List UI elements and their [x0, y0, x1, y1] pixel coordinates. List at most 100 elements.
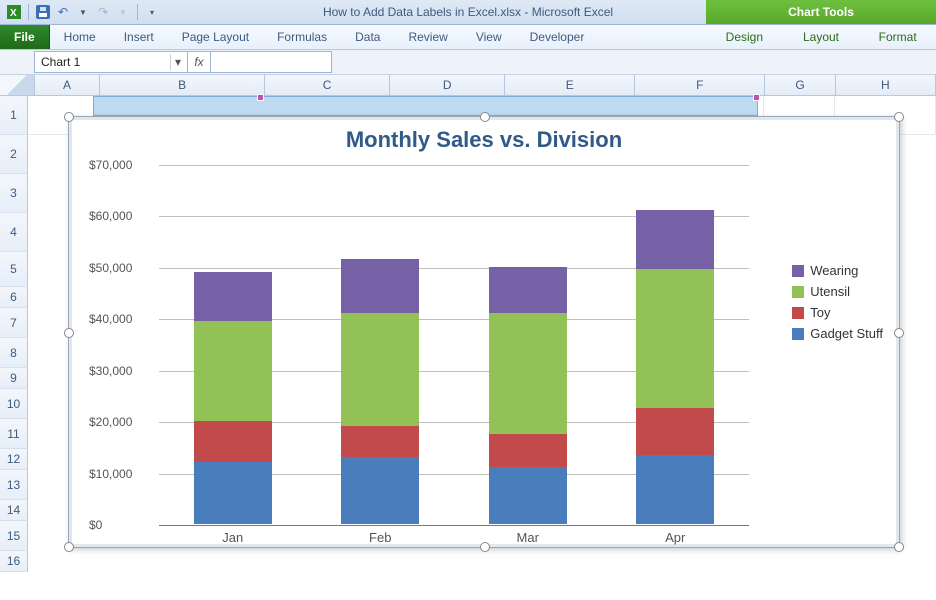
row-header-7[interactable]: 7: [0, 308, 28, 338]
bar-segment-gadget-stuff[interactable]: [194, 462, 272, 524]
save-icon[interactable]: [35, 4, 51, 20]
chart-tools-context-tabs: Design Layout Format: [706, 25, 936, 49]
row-header-6[interactable]: 6: [0, 287, 28, 308]
resize-handle-bm[interactable]: [480, 542, 490, 552]
bar-mar[interactable]: [489, 267, 567, 524]
legend-item-toy[interactable]: Toy: [792, 305, 883, 320]
row-header-16[interactable]: 16: [0, 551, 28, 572]
bar-segment-wearing[interactable]: [341, 259, 419, 313]
undo-icon[interactable]: ↶: [55, 4, 71, 20]
resize-handle-tr[interactable]: [894, 112, 904, 122]
tab-data[interactable]: Data: [341, 25, 394, 49]
y-tick-label: $60,000: [89, 209, 132, 223]
row-header-11[interactable]: 11: [0, 419, 28, 449]
col-header-H[interactable]: H: [836, 75, 936, 95]
chart-plot-area[interactable]: $70,000$60,000$50,000$40,000$30,000$20,0…: [89, 165, 749, 525]
bar-segment-wearing[interactable]: [489, 267, 567, 313]
legend-swatch-toy: [792, 307, 804, 319]
bar-segment-gadget-stuff[interactable]: [341, 457, 419, 524]
chart-legend[interactable]: Wearing Utensil Toy Gadget Stuff: [792, 257, 883, 347]
bar-segment-gadget-stuff[interactable]: [489, 467, 567, 524]
bar-jan[interactable]: [194, 272, 272, 524]
fx-icon[interactable]: fx: [188, 51, 211, 73]
bar-segment-utensil[interactable]: [636, 269, 714, 408]
row-header-13[interactable]: 13: [0, 470, 28, 500]
tab-home[interactable]: Home: [50, 25, 110, 49]
row-header-8[interactable]: 8: [0, 338, 28, 368]
row-header-12[interactable]: 12: [0, 449, 28, 470]
redo-icon[interactable]: ↷: [95, 4, 111, 20]
col-header-B[interactable]: B: [100, 75, 265, 95]
tab-chart-design[interactable]: Design: [706, 25, 783, 49]
tab-formulas[interactable]: Formulas: [263, 25, 341, 49]
row-header-9[interactable]: 9: [0, 368, 28, 389]
qat-customize-icon[interactable]: ▾: [144, 4, 160, 20]
bar-apr[interactable]: [636, 210, 714, 524]
row-header-14[interactable]: 14: [0, 500, 28, 521]
row-header-5[interactable]: 5: [0, 252, 28, 287]
tab-insert[interactable]: Insert: [110, 25, 168, 49]
select-all-corner[interactable]: [0, 75, 35, 95]
resize-handle-bl[interactable]: [64, 542, 74, 552]
tab-page-layout[interactable]: Page Layout: [168, 25, 263, 49]
name-box-dropdown-icon[interactable]: ▾: [170, 54, 185, 70]
excel-app-icon: X: [6, 4, 22, 20]
ribbon-tabs: File Home Insert Page Layout Formulas Da…: [0, 25, 936, 50]
bar-segment-toy[interactable]: [194, 421, 272, 462]
redo-dropdown-icon[interactable]: ▼: [115, 4, 131, 20]
chart-title[interactable]: Monthly Sales vs. Division: [69, 117, 899, 159]
bar-feb[interactable]: [341, 259, 419, 524]
legend-item-utensil[interactable]: Utensil: [792, 284, 883, 299]
col-header-G[interactable]: G: [765, 75, 835, 95]
tab-file[interactable]: File: [0, 25, 50, 49]
formula-bar-input[interactable]: [211, 51, 332, 73]
bar-segment-utensil[interactable]: [341, 313, 419, 426]
column-headers: A B C D E F G H: [0, 75, 936, 96]
row-header-2[interactable]: 2: [0, 135, 28, 174]
gridline: [159, 165, 749, 166]
row-header-1[interactable]: 1: [0, 96, 28, 135]
row-header-4[interactable]: 4: [0, 213, 28, 252]
bar-segment-utensil[interactable]: [194, 321, 272, 421]
resize-handle-br[interactable]: [894, 542, 904, 552]
row-headers: 1 2 3 4 5 6 7 8 9 10 11 12 13 14 15 16: [0, 96, 28, 572]
tab-developer[interactable]: Developer: [516, 25, 599, 49]
name-box[interactable]: Chart 1 ▾: [34, 51, 188, 73]
resize-handle-mr[interactable]: [894, 328, 904, 338]
worksheet-grid[interactable]: 1 2 3 4 5 6 7 8 9 10 11 12 13 14 15 16 M…: [0, 96, 936, 572]
col-header-F[interactable]: F: [635, 75, 765, 95]
col-header-A[interactable]: A: [35, 75, 101, 95]
resize-handle-tm[interactable]: [480, 112, 490, 122]
tab-review[interactable]: Review: [394, 25, 461, 49]
tab-chart-format[interactable]: Format: [859, 25, 936, 49]
bar-segment-toy[interactable]: [636, 408, 714, 454]
bar-segment-toy[interactable]: [341, 426, 419, 457]
col-header-E[interactable]: E: [505, 75, 635, 95]
legend-label-utensil: Utensil: [810, 284, 850, 299]
row-header-15[interactable]: 15: [0, 521, 28, 551]
y-tick-label: $70,000: [89, 158, 132, 172]
x-tick-label: Feb: [369, 530, 391, 545]
y-tick-label: $50,000: [89, 261, 132, 275]
row-header-10[interactable]: 10: [0, 389, 28, 419]
tab-view[interactable]: View: [462, 25, 516, 49]
title-bar: X ↶ ▼ ↷ ▼ ▾ How to Add Data Labels in Ex…: [0, 0, 936, 25]
bar-segment-wearing[interactable]: [636, 210, 714, 269]
resize-handle-ml[interactable]: [64, 328, 74, 338]
legend-item-gadget[interactable]: Gadget Stuff: [792, 326, 883, 341]
tab-chart-layout[interactable]: Layout: [783, 25, 860, 49]
undo-dropdown-icon[interactable]: ▼: [75, 4, 91, 20]
chart-object[interactable]: Monthly Sales vs. Division Wearing Utens…: [68, 116, 900, 548]
bar-segment-gadget-stuff[interactable]: [636, 455, 714, 524]
chart-tools-tab-group: Chart Tools: [706, 0, 936, 24]
row-header-3[interactable]: 3: [0, 174, 28, 213]
bar-segment-utensil[interactable]: [489, 313, 567, 434]
bar-segment-toy[interactable]: [489, 434, 567, 467]
svg-text:X: X: [10, 8, 17, 19]
bar-segment-wearing[interactable]: [194, 272, 272, 321]
col-header-D[interactable]: D: [390, 75, 505, 95]
resize-handle-tl[interactable]: [64, 112, 74, 122]
cells-area[interactable]: Monthly Sales vs. Division Wearing Utens…: [28, 96, 936, 572]
col-header-C[interactable]: C: [265, 75, 390, 95]
legend-item-wearing[interactable]: Wearing: [792, 263, 883, 278]
